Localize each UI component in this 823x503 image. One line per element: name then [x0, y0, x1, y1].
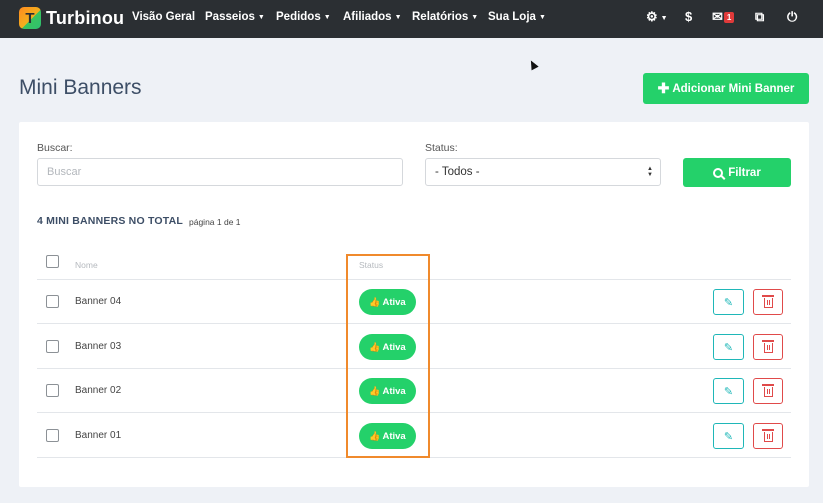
logout-button[interactable]: ⏻: [787, 9, 797, 25]
pencil-icon: ✎: [723, 296, 734, 309]
top-navbar: T Turbinou Visão Geral Passeios ▼ Pedidos…: [0, 0, 823, 38]
search-input[interactable]: [37, 158, 403, 186]
currency-button[interactable]: $: [685, 9, 692, 24]
banner-name: Banner 02: [75, 385, 122, 396]
settings-menu[interactable]: ⚙ ▼: [646, 9, 668, 25]
pencil-icon: ✎: [723, 430, 734, 443]
banner-name: Banner 03: [75, 341, 122, 352]
select-all-checkbox[interactable]: [46, 255, 59, 268]
delete-button[interactable]: [753, 334, 783, 360]
logo-mark-icon: T: [19, 7, 41, 29]
chevron-down-icon: ▼: [471, 14, 479, 21]
plus-icon: ✚: [657, 80, 670, 96]
search-label: Buscar:: [37, 142, 73, 154]
mouse-cursor-icon: [527, 58, 539, 71]
status-select[interactable]: - Todos - ▲ ▼: [425, 158, 661, 186]
row-checkbox[interactable]: [46, 384, 59, 397]
status-label: Status:: [425, 142, 458, 154]
select-arrows-icon: ▲ ▼: [647, 166, 653, 178]
page-title: Mini Banners: [19, 76, 142, 99]
column-header-nome: Nome: [75, 260, 98, 270]
pagination-info: página 1 de 1: [189, 217, 241, 227]
nav-pedidos[interactable]: Pedidos ▼: [276, 11, 331, 23]
chevron-down-icon: ▼: [257, 14, 265, 21]
banner-name: Banner 01: [75, 430, 122, 441]
external-link-icon: ⧉: [755, 9, 765, 24]
row-checkbox[interactable]: [46, 429, 59, 442]
edit-button[interactable]: ✎: [713, 423, 744, 449]
add-mini-banner-button[interactable]: ✚ Adicionar Mini Banner: [643, 73, 809, 104]
nav-visao-geral[interactable]: Visão Geral: [132, 11, 195, 23]
filter-button[interactable]: Filtrar: [683, 158, 791, 187]
messages-button[interactable]: ✉ 1: [712, 9, 735, 25]
status-column-highlight: [346, 254, 430, 458]
chevron-down-icon: ▼: [538, 14, 546, 21]
chevron-down-icon: ▼: [660, 15, 668, 22]
row-checkbox[interactable]: [46, 295, 59, 308]
total-count: 4 MINI BANNERS NO TOTAL: [37, 215, 183, 227]
app-name: Turbinou: [46, 7, 125, 28]
nav-passeios[interactable]: Passeios ▼: [205, 11, 265, 23]
power-icon: ⏻: [787, 9, 798, 24]
search-icon: [713, 167, 724, 178]
delete-button[interactable]: [753, 423, 783, 449]
delete-button[interactable]: [753, 289, 783, 315]
dollar-icon: $: [685, 9, 693, 24]
edit-button[interactable]: ✎: [713, 334, 744, 360]
app-logo[interactable]: T Turbinou: [19, 7, 124, 29]
trash-icon: [761, 384, 774, 397]
status-selected-value: - Todos -: [435, 166, 480, 178]
edit-button[interactable]: ✎: [713, 289, 744, 315]
trash-icon: [761, 340, 774, 353]
trash-icon: [761, 429, 774, 442]
nav-relatorios[interactable]: Relatórios ▼: [412, 11, 478, 23]
pencil-icon: ✎: [723, 385, 734, 398]
edit-button[interactable]: ✎: [713, 378, 744, 404]
chevron-down-icon: ▼: [394, 14, 402, 21]
chevron-down-icon: ▼: [323, 14, 331, 21]
gear-icon: ⚙: [646, 9, 658, 24]
nav-afiliados[interactable]: Afiliados ▼: [343, 11, 402, 23]
nav-sua-loja[interactable]: Sua Loja ▼: [488, 11, 546, 23]
external-link-button[interactable]: ⧉: [755, 9, 764, 25]
mail-count-badge: 1: [723, 12, 735, 23]
banner-name: Banner 04: [75, 296, 122, 307]
row-checkbox[interactable]: [46, 340, 59, 353]
envelope-icon: ✉: [712, 9, 723, 24]
pencil-icon: ✎: [723, 341, 734, 354]
delete-button[interactable]: [753, 378, 783, 404]
trash-icon: [761, 295, 774, 308]
